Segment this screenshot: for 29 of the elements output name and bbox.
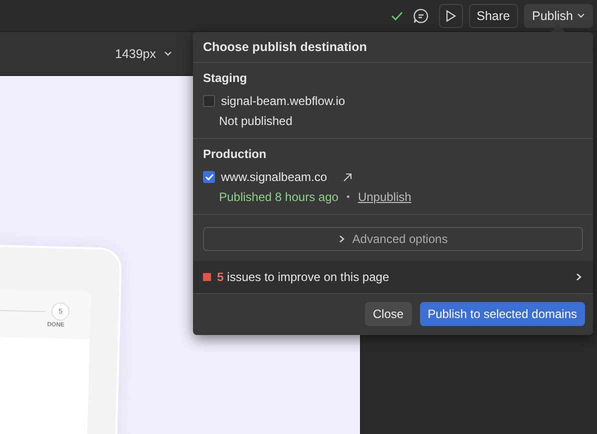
checkmark-icon [390, 10, 403, 20]
share-button[interactable]: Share [468, 4, 518, 28]
domain-checkbox[interactable] [203, 95, 215, 107]
issues-text: 5 issues to improve on this page [217, 270, 390, 284]
publish-selected-button[interactable]: Publish to selected domains [420, 302, 585, 326]
play-icon [446, 10, 456, 22]
chevron-down-icon [577, 13, 585, 18]
issues-row[interactable]: 5 issues to improve on this page [193, 261, 593, 294]
preview-button[interactable] [438, 4, 463, 28]
comment-icon[interactable] [412, 8, 429, 24]
close-button[interactable]: Close [364, 302, 412, 326]
chevron-right-icon [575, 273, 583, 281]
unpublish-link[interactable]: Unpublish [358, 190, 412, 204]
publish-status: Not published [219, 114, 292, 128]
domain-name: www.signalbeam.co [221, 170, 328, 184]
popover-title: Choose publish destination [193, 32, 593, 63]
breakpoint-width-dropdown[interactable]: 1439px [115, 46, 172, 60]
chevron-right-icon [338, 235, 346, 243]
section-title: Staging [203, 71, 248, 85]
issue-square-icon [203, 273, 211, 281]
separator-dot: • [346, 192, 350, 202]
chevron-down-icon [164, 51, 172, 56]
domain-name: signal-beam.webflow.io [221, 94, 346, 108]
external-link-icon[interactable] [343, 172, 352, 182]
publish-button[interactable]: Publish [524, 4, 593, 28]
publish-status: Published 8 hours ago [219, 190, 338, 204]
section-title: Production [203, 147, 268, 161]
domain-checkbox[interactable] [203, 171, 215, 183]
advanced-options-button[interactable]: Advanced options [203, 227, 583, 251]
